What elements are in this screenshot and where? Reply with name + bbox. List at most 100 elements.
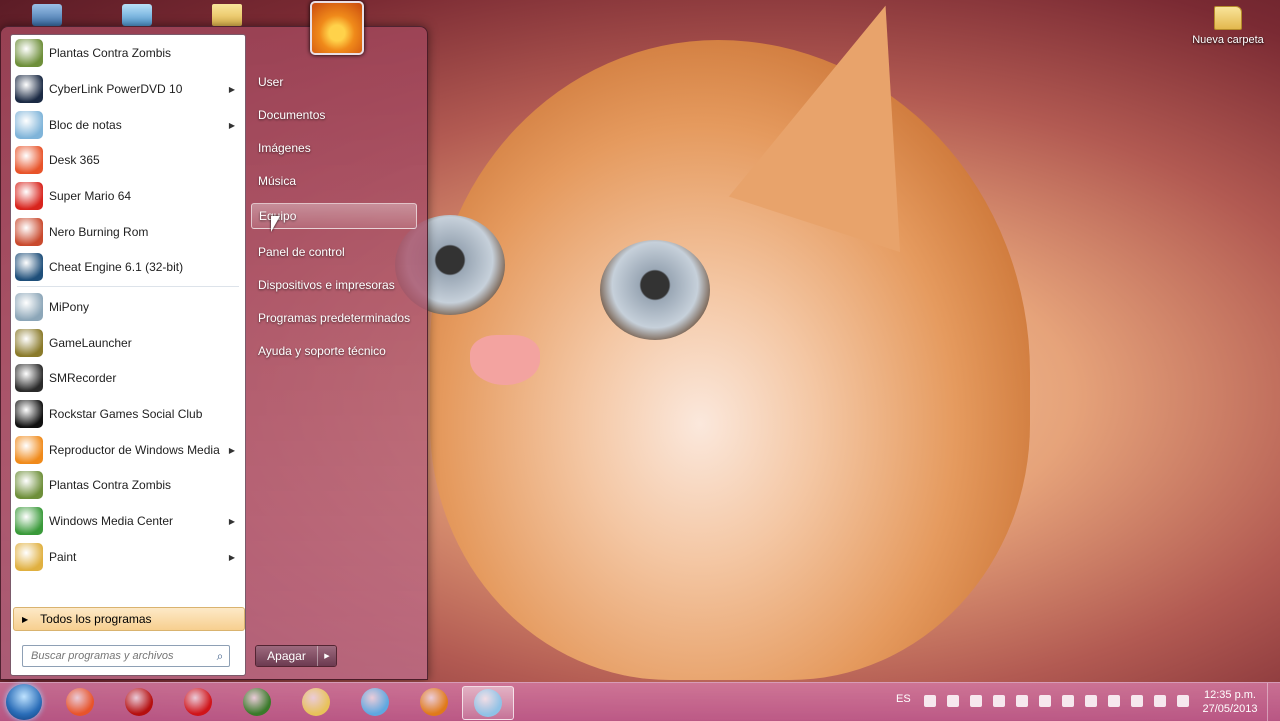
network-desktop-icon[interactable] bbox=[122, 4, 152, 26]
taskbar-button[interactable] bbox=[462, 686, 514, 720]
security-tray-icon[interactable] bbox=[1085, 695, 1097, 707]
program-label: CyberLink PowerDVD 10 bbox=[49, 82, 183, 96]
show-desktop-button[interactable] bbox=[1267, 683, 1280, 721]
daemon-tray-icon[interactable] bbox=[993, 695, 1005, 707]
program-item[interactable]: Cheat Engine 6.1 (32-bit) bbox=[13, 250, 243, 284]
desktop-folder-label: Nueva carpeta bbox=[1192, 34, 1264, 46]
program-item[interactable]: Desk 365 bbox=[13, 143, 243, 177]
taskbar: ES 12:35 p.m. 27/05/2013 bbox=[0, 682, 1280, 721]
shutdown-button[interactable]: Apagar bbox=[256, 646, 317, 666]
start-button[interactable] bbox=[6, 684, 42, 720]
plants-vs-zombies-icon bbox=[15, 471, 43, 499]
program-item[interactable]: Paint ▶ bbox=[13, 540, 243, 574]
program-item[interactable]: Reproductor de Windows Media ▶ bbox=[13, 433, 243, 467]
home-icon bbox=[361, 688, 389, 716]
start-menu-link-label: Música bbox=[258, 174, 297, 188]
program-label: Super Mario 64 bbox=[49, 189, 132, 203]
program-label: Windows Media Center bbox=[49, 514, 174, 528]
mouse-cursor bbox=[271, 216, 280, 232]
submenu-arrow-icon[interactable]: ▶ bbox=[229, 85, 235, 94]
language-indicator[interactable]: ES bbox=[896, 693, 911, 705]
program-label: SMRecorder bbox=[49, 371, 117, 385]
network-tray-icon[interactable] bbox=[924, 695, 936, 707]
shutdown-label: Apagar bbox=[267, 649, 306, 663]
clock[interactable]: 12:35 p.m. 27/05/2013 bbox=[1198, 688, 1262, 716]
taskbar-button[interactable] bbox=[232, 686, 282, 718]
all-programs-button[interactable]: ▶ Todos los programas bbox=[13, 607, 245, 631]
programs-separator bbox=[17, 286, 239, 287]
start-menu-link[interactable]: Ayuda y soporte técnico bbox=[251, 338, 417, 364]
audio-tray-icon[interactable] bbox=[1131, 695, 1143, 707]
paint-icon bbox=[15, 543, 43, 571]
triangle-right-icon: ▶ bbox=[22, 614, 29, 624]
taskbar-button[interactable] bbox=[173, 686, 223, 718]
start-menu-link[interactable]: Música bbox=[251, 168, 417, 194]
antivirus-tray-icon[interactable] bbox=[1016, 695, 1028, 707]
utorrent-tray-icon[interactable] bbox=[970, 695, 982, 707]
signal-tray-icon[interactable] bbox=[1108, 695, 1120, 707]
taskbar-button[interactable] bbox=[350, 686, 400, 718]
program-item[interactable]: Plantas Contra Zombis bbox=[13, 468, 243, 502]
program-label: GameLauncher bbox=[49, 336, 132, 350]
all-programs-label: Todos los programas bbox=[40, 612, 152, 626]
skype-tray-icon[interactable] bbox=[947, 695, 959, 707]
computer-desktop-icon[interactable] bbox=[32, 4, 62, 26]
opera-icon bbox=[184, 688, 212, 716]
program-item[interactable]: Nero Burning Rom bbox=[13, 215, 243, 249]
program-item[interactable]: Bloc de notas ▶ bbox=[13, 108, 243, 142]
program-label: Bloc de notas bbox=[49, 118, 122, 132]
program-item[interactable]: MiPony bbox=[13, 290, 243, 324]
submenu-arrow-icon[interactable]: ▶ bbox=[229, 446, 235, 455]
start-search-box[interactable]: ⌕ bbox=[22, 645, 230, 667]
program-item[interactable]: GameLauncher bbox=[13, 326, 243, 360]
taskbar-button[interactable] bbox=[114, 686, 164, 718]
program-item[interactable]: Plantas Contra Zombis bbox=[13, 36, 243, 70]
start-menu-link-label: Ayuda y soporte técnico bbox=[258, 344, 386, 358]
cheat-engine-icon bbox=[15, 253, 43, 281]
rockstar-icon bbox=[15, 400, 43, 428]
start-menu-link-label: Imágenes bbox=[258, 141, 311, 155]
program-label: Reproductor de Windows Media bbox=[49, 443, 220, 457]
start-menu-link[interactable]: Panel de control bbox=[251, 239, 417, 265]
volume-tray-icon[interactable] bbox=[1177, 695, 1189, 707]
program-label: Rockstar Games Social Club bbox=[49, 407, 203, 421]
folder-icon bbox=[1214, 6, 1242, 30]
taskbar-button[interactable] bbox=[409, 686, 459, 718]
shutdown-options-arrow-icon[interactable]: ▶ bbox=[317, 646, 336, 666]
program-item[interactable]: Windows Media Center ▶ bbox=[13, 504, 243, 538]
folder-desktop-icon[interactable] bbox=[212, 4, 242, 26]
start-menu-link[interactable]: Programas predeterminados bbox=[251, 305, 417, 331]
program-item[interactable]: SMRecorder bbox=[13, 361, 243, 395]
shutdown-control: Apagar ▶ bbox=[255, 645, 337, 667]
search-icon[interactable]: ⌕ bbox=[211, 649, 229, 664]
powerdvd-icon bbox=[15, 75, 43, 103]
start-menu-link[interactable]: Imágenes bbox=[251, 135, 417, 161]
battery-tray-icon[interactable] bbox=[1062, 695, 1074, 707]
program-label: Nero Burning Rom bbox=[49, 225, 149, 239]
mipony-icon bbox=[15, 293, 43, 321]
start-menu-link[interactable]: Documentos bbox=[251, 102, 417, 128]
program-item[interactable]: Super Mario 64 bbox=[13, 179, 243, 213]
program-label: MiPony bbox=[49, 300, 90, 314]
program-item[interactable]: CyberLink PowerDVD 10 ▶ bbox=[13, 72, 243, 106]
desktop-folder-nueva-carpeta[interactable]: Nueva carpeta bbox=[1188, 6, 1268, 46]
clock-time: 12:35 p.m. bbox=[1204, 689, 1256, 701]
search-input[interactable] bbox=[29, 649, 211, 663]
explorer-folder-icon bbox=[302, 688, 330, 716]
gamelauncher-icon bbox=[15, 329, 43, 357]
user-picture-avatar[interactable] bbox=[310, 1, 364, 55]
usb-tray-icon[interactable] bbox=[1039, 695, 1051, 707]
smrecorder-icon bbox=[15, 364, 43, 392]
submenu-arrow-icon[interactable]: ▶ bbox=[229, 121, 235, 130]
taskbar-button[interactable] bbox=[291, 686, 341, 718]
start-menu-link[interactable]: Dispositivos e impresoras bbox=[251, 272, 417, 298]
program-item[interactable]: Rockstar Games Social Club bbox=[13, 397, 243, 431]
uc-browser-icon bbox=[243, 688, 271, 716]
notepad-icon bbox=[474, 689, 502, 717]
start-menu-link[interactable]: User bbox=[251, 69, 417, 95]
program-label: Plantas Contra Zombis bbox=[49, 46, 172, 60]
submenu-arrow-icon[interactable]: ▶ bbox=[229, 517, 235, 526]
taskbar-button[interactable] bbox=[55, 686, 105, 718]
submenu-arrow-icon[interactable]: ▶ bbox=[229, 553, 235, 562]
flag-tray-icon[interactable] bbox=[1154, 695, 1166, 707]
